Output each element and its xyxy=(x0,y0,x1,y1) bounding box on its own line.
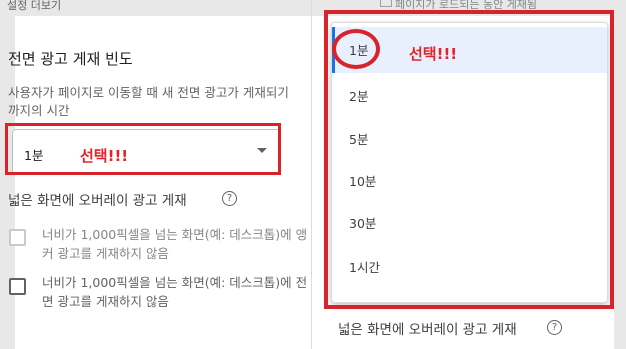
section-title: 전면 광고 게재 빈도 xyxy=(8,50,133,68)
overlay-section-title: 넓은 화면에 오버레이 광고 게재 xyxy=(8,193,187,209)
help-icon[interactable]: ? xyxy=(222,191,237,206)
annotation-label: 선택!!! xyxy=(409,45,458,63)
annotation-highlight-box xyxy=(5,123,281,175)
clipped-checkbox[interactable] xyxy=(380,0,392,7)
interstitial-ad-checkbox[interactable] xyxy=(9,278,26,295)
annotation-label: 선택!!! xyxy=(80,147,129,165)
overlay-section-title: 넓은 화면에 오버레이 광고 게재 xyxy=(338,322,517,338)
annotation-circle xyxy=(332,29,380,69)
section-description: 사용자가 페이지로 이동할 때 새 전면 광고가 게재되기까지의 시간 xyxy=(8,85,289,118)
help-icon[interactable]: ? xyxy=(547,320,562,335)
settings-more-link[interactable]: 설정 더보기 xyxy=(7,0,61,13)
anchor-ad-option-label: 너비가 1,000픽셀을 넘는 화면(예: 데스크톱)에 앵커 광고를 게재하지… xyxy=(42,227,308,261)
anchor-ad-checkbox[interactable] xyxy=(9,229,26,246)
frame-right-strip xyxy=(614,0,626,349)
interstitial-ad-option-label: 너비가 1,000픽셀을 넘는 화면(예: 데스크톱)에 전면 광고를 게재하지… xyxy=(42,275,308,309)
